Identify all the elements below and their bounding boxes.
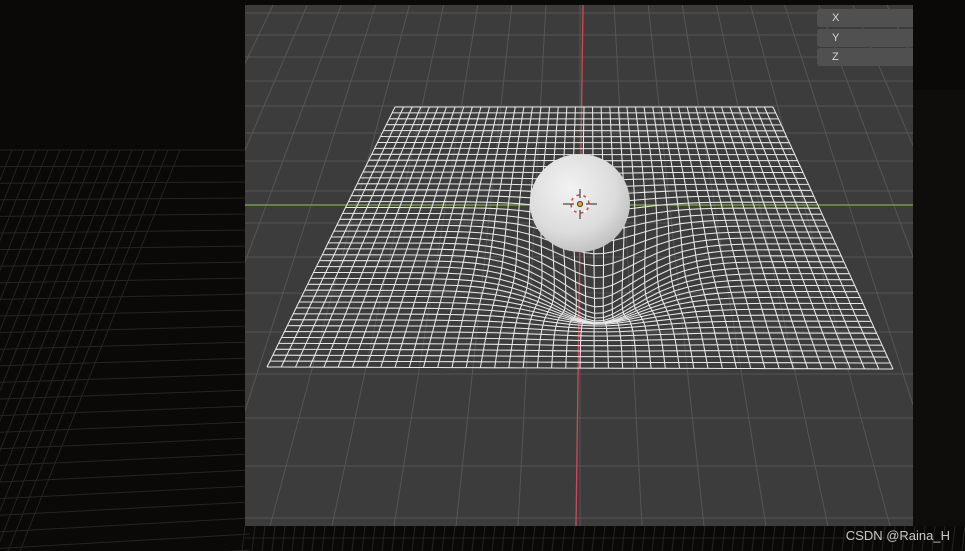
app-stage: X Y Z CSDN @Raina_H [0, 0, 965, 551]
axis-y-button[interactable]: Y [817, 28, 913, 47]
3d-viewport[interactable] [245, 5, 913, 526]
axis-x-button[interactable]: X [817, 9, 913, 27]
watermark-text: CSDN @Raina_H [845, 528, 950, 543]
axis-z-button[interactable]: Z [817, 48, 913, 66]
right-shade [913, 90, 965, 526]
axis-button-panel: X Y Z [817, 9, 913, 67]
viewport-scene [245, 5, 913, 526]
